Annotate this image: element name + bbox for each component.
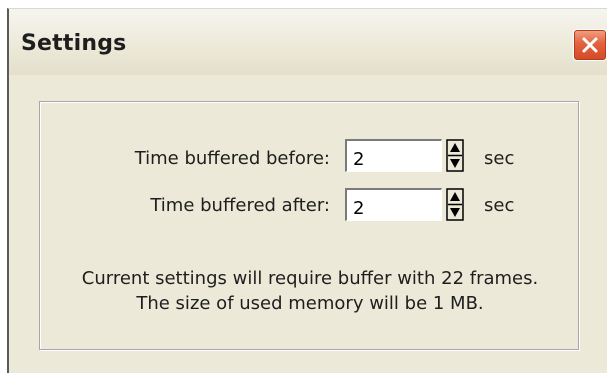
settings-group: Time buffered before: sec Time buffered … bbox=[39, 101, 579, 350]
time-before-label: Time buffered before: bbox=[134, 148, 330, 169]
memory-size-text: The size of used memory will be 1 MB. bbox=[136, 293, 484, 314]
title-bar[interactable]: Settings bbox=[9, 9, 607, 75]
time-after-label: Time buffered after: bbox=[150, 195, 330, 216]
close-button[interactable] bbox=[573, 29, 607, 61]
buffer-frames-text: Current settings will require buffer wit… bbox=[81, 268, 539, 289]
time-after-input[interactable] bbox=[345, 188, 442, 221]
buffer-info: Current settings will require buffer wit… bbox=[40, 266, 580, 316]
time-before-unit: sec bbox=[484, 148, 515, 169]
time-before-input[interactable] bbox=[345, 139, 442, 172]
time-before-spinner[interactable] bbox=[446, 139, 464, 172]
window-title: Settings bbox=[21, 31, 127, 56]
time-after-unit: sec bbox=[484, 195, 515, 216]
settings-dialog: Settings Time buffered before: sec Time … bbox=[7, 8, 607, 373]
close-icon bbox=[582, 37, 598, 53]
time-after-spinner[interactable] bbox=[446, 188, 464, 221]
